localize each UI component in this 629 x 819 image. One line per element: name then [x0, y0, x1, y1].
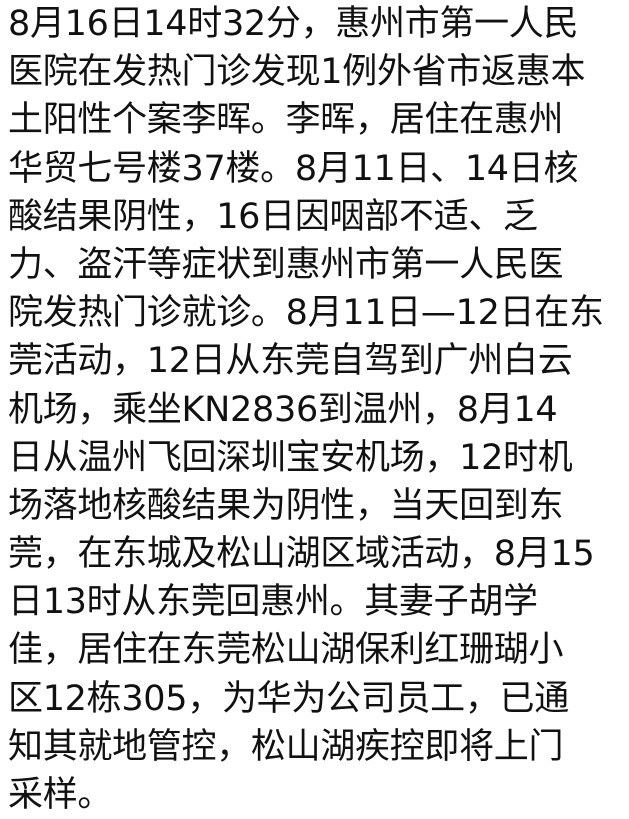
text-line: 区12栋305，为华为公司员工，已通	[8, 678, 569, 719]
text-line: 酸结果阴性，16日因咽部不适、乏	[8, 196, 538, 237]
text-line: 土阳性个案李晖。李晖，居住在惠州	[8, 100, 564, 141]
text-line: 场落地核酸结果为阴性，当天回到东	[8, 485, 564, 526]
text-line: 莞活动，12日从东莞自驾到广州白云	[8, 341, 573, 382]
text-line: 院发热门诊就诊。8月11日—12日在东	[8, 293, 604, 334]
text-line: 机场，乘坐KN2836到温州，8月14	[8, 389, 558, 430]
text-line: 采样。	[8, 775, 113, 815]
text-line: 医院在发热门诊发现1例外省市返惠本	[8, 52, 586, 93]
text-line: 日13时从东莞回惠州。其妻子胡学	[8, 582, 538, 623]
text-line: 佳，居住在东莞松山湖保利红珊瑚小	[8, 630, 564, 671]
text-line: 莞，在东城及松山湖区域活动，8月15	[8, 534, 595, 575]
text-line: 8月16日14时32分，惠州市第一人民	[8, 4, 579, 44]
text-line: 力、盗汗等症状到惠州市第一人民医	[8, 244, 564, 285]
text-line: 日从温州飞回深圳宝安机场，12时机	[8, 437, 573, 478]
text-line: 华贸七号楼37楼。8月11日、14日核	[8, 148, 579, 189]
post-text-block: 8月16日14时32分，惠州市第一人民 医院在发热门诊发现1例外省市返惠本 土阳…	[8, 0, 628, 819]
text-line: 知其就地管控，松山湖疾控即将上门	[8, 726, 564, 767]
